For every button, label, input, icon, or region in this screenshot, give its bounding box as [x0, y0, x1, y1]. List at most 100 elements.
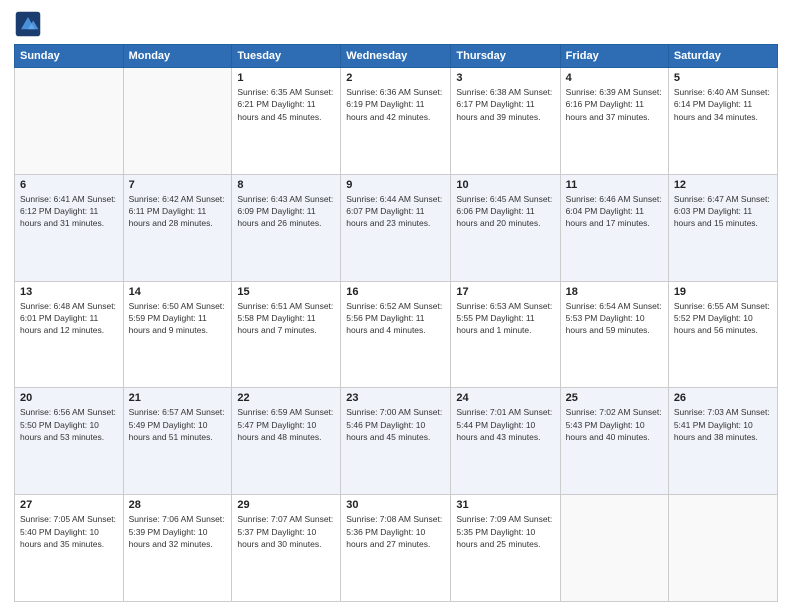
day-info: Sunrise: 6:59 AM Sunset: 5:47 PM Dayligh… [237, 406, 335, 443]
day-number: 30 [346, 499, 445, 511]
calendar-cell: 21Sunrise: 6:57 AM Sunset: 5:49 PM Dayli… [123, 388, 232, 495]
calendar-cell: 26Sunrise: 7:03 AM Sunset: 5:41 PM Dayli… [668, 388, 777, 495]
day-number: 29 [237, 499, 335, 511]
day-info: Sunrise: 6:56 AM Sunset: 5:50 PM Dayligh… [20, 406, 118, 443]
day-info: Sunrise: 6:46 AM Sunset: 6:04 PM Dayligh… [566, 193, 663, 230]
calendar-cell: 13 Sunrise: 6:48 AM Sunset: 6:01 PM Dayli… [15, 281, 124, 388]
calendar-cell: 12 Sunrise: 6:47 AM Sunset: 6:03 PM Dayli… [668, 174, 777, 281]
day-number: 2 [346, 72, 445, 84]
day-number: 20 [20, 392, 118, 404]
calendar-cell: 27 Sunrise: 7:05 AM Sunset: 5:40 PM Dayli… [15, 495, 124, 602]
calendar-cell: 29 Sunrise: 7:07 AM Sunset: 5:37 PM Dayli… [232, 495, 341, 602]
calendar-cell: 22 Sunrise: 6:59 AM Sunset: 5:47 PM Dayli… [232, 388, 341, 495]
day-info: Sunrise: 7:02 AM Sunset: 5:43 PM Dayligh… [566, 406, 663, 443]
day-number: 12 [674, 179, 772, 191]
calendar-cell: 15Sunrise: 6:51 AM Sunset: 5:58 PM Dayli… [232, 281, 341, 388]
day-number: 11 [566, 179, 663, 191]
calendar-cell: 4 Sunrise: 6:39 AM Sunset: 6:16 PM Daylig… [560, 68, 668, 175]
day-info: Sunrise: 6:50 AM Sunset: 5:59 PM Dayligh… [129, 300, 227, 337]
day-info: Sunrise: 7:09 AM Sunset: 5:35 PM Dayligh… [456, 513, 554, 550]
day-number: 1 [237, 72, 335, 84]
day-header-row: SundayMondayTuesdayWednesdayThursdayFrid… [15, 45, 778, 68]
day-info: Sunrise: 7:05 AM Sunset: 5:40 PM Dayligh… [20, 513, 118, 550]
calendar-cell: 1Sunrise: 6:35 AM Sunset: 6:21 PM Daylig… [232, 68, 341, 175]
day-info: Sunrise: 6:53 AM Sunset: 5:55 PM Dayligh… [456, 300, 554, 337]
week-row-2: 6Sunrise: 6:41 AM Sunset: 6:12 PM Daylig… [15, 174, 778, 281]
day-number: 23 [346, 392, 445, 404]
calendar-cell [560, 495, 668, 602]
day-number: 21 [129, 392, 227, 404]
day-number: 9 [346, 179, 445, 191]
calendar-cell: 19 Sunrise: 6:55 AM Sunset: 5:52 PM Dayli… [668, 281, 777, 388]
calendar-cell: 6Sunrise: 6:41 AM Sunset: 6:12 PM Daylig… [15, 174, 124, 281]
calendar-cell [668, 495, 777, 602]
day-number: 19 [674, 286, 772, 298]
calendar-cell: 30 Sunrise: 7:08 AM Sunset: 5:36 PM Dayli… [341, 495, 451, 602]
day-number: 5 [674, 72, 772, 84]
day-info: Sunrise: 7:03 AM Sunset: 5:41 PM Dayligh… [674, 406, 772, 443]
day-number: 22 [237, 392, 335, 404]
day-number: 10 [456, 179, 554, 191]
calendar-cell [123, 68, 232, 175]
calendar-cell: 14 Sunrise: 6:50 AM Sunset: 5:59 PM Dayli… [123, 281, 232, 388]
week-row-5: 27 Sunrise: 7:05 AM Sunset: 5:40 PM Dayli… [15, 495, 778, 602]
day-header-saturday: Saturday [668, 45, 777, 68]
calendar-cell: 10 Sunrise: 6:45 AM Sunset: 6:06 PM Dayli… [451, 174, 560, 281]
day-number: 7 [129, 179, 227, 191]
day-info: Sunrise: 6:54 AM Sunset: 5:53 PM Dayligh… [566, 300, 663, 337]
day-info: Sunrise: 6:41 AM Sunset: 6:12 PM Dayligh… [20, 193, 118, 230]
week-row-1: 1Sunrise: 6:35 AM Sunset: 6:21 PM Daylig… [15, 68, 778, 175]
day-info: Sunrise: 6:42 AM Sunset: 6:11 PM Dayligh… [129, 193, 227, 230]
calendar-cell: 23 Sunrise: 7:00 AM Sunset: 5:46 PM Dayli… [341, 388, 451, 495]
day-info: Sunrise: 7:08 AM Sunset: 5:36 PM Dayligh… [346, 513, 445, 550]
calendar-cell: 18 Sunrise: 6:54 AM Sunset: 5:53 PM Dayli… [560, 281, 668, 388]
day-info: Sunrise: 7:07 AM Sunset: 5:37 PM Dayligh… [237, 513, 335, 550]
day-number: 27 [20, 499, 118, 511]
day-info: Sunrise: 6:52 AM Sunset: 5:56 PM Dayligh… [346, 300, 445, 337]
day-number: 16 [346, 286, 445, 298]
calendar-cell: 9 Sunrise: 6:44 AM Sunset: 6:07 PM Daylig… [341, 174, 451, 281]
day-info: Sunrise: 6:44 AM Sunset: 6:07 PM Dayligh… [346, 193, 445, 230]
day-info: Sunrise: 6:47 AM Sunset: 6:03 PM Dayligh… [674, 193, 772, 230]
week-row-3: 13 Sunrise: 6:48 AM Sunset: 6:01 PM Dayli… [15, 281, 778, 388]
day-number: 14 [129, 286, 227, 298]
day-number: 24 [456, 392, 554, 404]
day-header-monday: Monday [123, 45, 232, 68]
day-info: Sunrise: 6:55 AM Sunset: 5:52 PM Dayligh… [674, 300, 772, 337]
day-info: Sunrise: 7:01 AM Sunset: 5:44 PM Dayligh… [456, 406, 554, 443]
day-header-friday: Friday [560, 45, 668, 68]
day-number: 3 [456, 72, 554, 84]
day-header-sunday: Sunday [15, 45, 124, 68]
day-number: 4 [566, 72, 663, 84]
day-header-wednesday: Wednesday [341, 45, 451, 68]
week-row-4: 20 Sunrise: 6:56 AM Sunset: 5:50 PM Dayli… [15, 388, 778, 495]
day-info: Sunrise: 7:06 AM Sunset: 5:39 PM Dayligh… [129, 513, 227, 550]
calendar-cell: 20 Sunrise: 6:56 AM Sunset: 5:50 PM Dayli… [15, 388, 124, 495]
day-info: Sunrise: 6:39 AM Sunset: 6:16 PM Dayligh… [566, 86, 663, 123]
calendar-cell [15, 68, 124, 175]
day-info: Sunrise: 6:45 AM Sunset: 6:06 PM Dayligh… [456, 193, 554, 230]
calendar-cell: 2 Sunrise: 6:36 AM Sunset: 6:19 PM Daylig… [341, 68, 451, 175]
calendar-cell: 16 Sunrise: 6:52 AM Sunset: 5:56 PM Dayli… [341, 281, 451, 388]
day-info: Sunrise: 6:48 AM Sunset: 6:01 PM Dayligh… [20, 300, 118, 337]
day-number: 17 [456, 286, 554, 298]
day-info: Sunrise: 7:00 AM Sunset: 5:46 PM Dayligh… [346, 406, 445, 443]
day-info: Sunrise: 6:36 AM Sunset: 6:19 PM Dayligh… [346, 86, 445, 123]
calendar-cell: 5 Sunrise: 6:40 AM Sunset: 6:14 PM Daylig… [668, 68, 777, 175]
day-number: 18 [566, 286, 663, 298]
day-info: Sunrise: 6:51 AM Sunset: 5:58 PM Dayligh… [237, 300, 335, 337]
day-info: Sunrise: 6:40 AM Sunset: 6:14 PM Dayligh… [674, 86, 772, 123]
day-info: Sunrise: 6:38 AM Sunset: 6:17 PM Dayligh… [456, 86, 554, 123]
day-number: 13 [20, 286, 118, 298]
calendar-cell: 8Sunrise: 6:43 AM Sunset: 6:09 PM Daylig… [232, 174, 341, 281]
calendar-cell: 28 Sunrise: 7:06 AM Sunset: 5:39 PM Dayli… [123, 495, 232, 602]
day-number: 8 [237, 179, 335, 191]
calendar-cell: 3 Sunrise: 6:38 AM Sunset: 6:17 PM Daylig… [451, 68, 560, 175]
calendar-cell: 31 Sunrise: 7:09 AM Sunset: 5:35 PM Dayli… [451, 495, 560, 602]
calendar-cell: 17 Sunrise: 6:53 AM Sunset: 5:55 PM Dayli… [451, 281, 560, 388]
calendar-cell: 24 Sunrise: 7:01 AM Sunset: 5:44 PM Dayli… [451, 388, 560, 495]
logo [14, 10, 46, 38]
day-number: 31 [456, 499, 554, 511]
day-number: 28 [129, 499, 227, 511]
day-header-tuesday: Tuesday [232, 45, 341, 68]
